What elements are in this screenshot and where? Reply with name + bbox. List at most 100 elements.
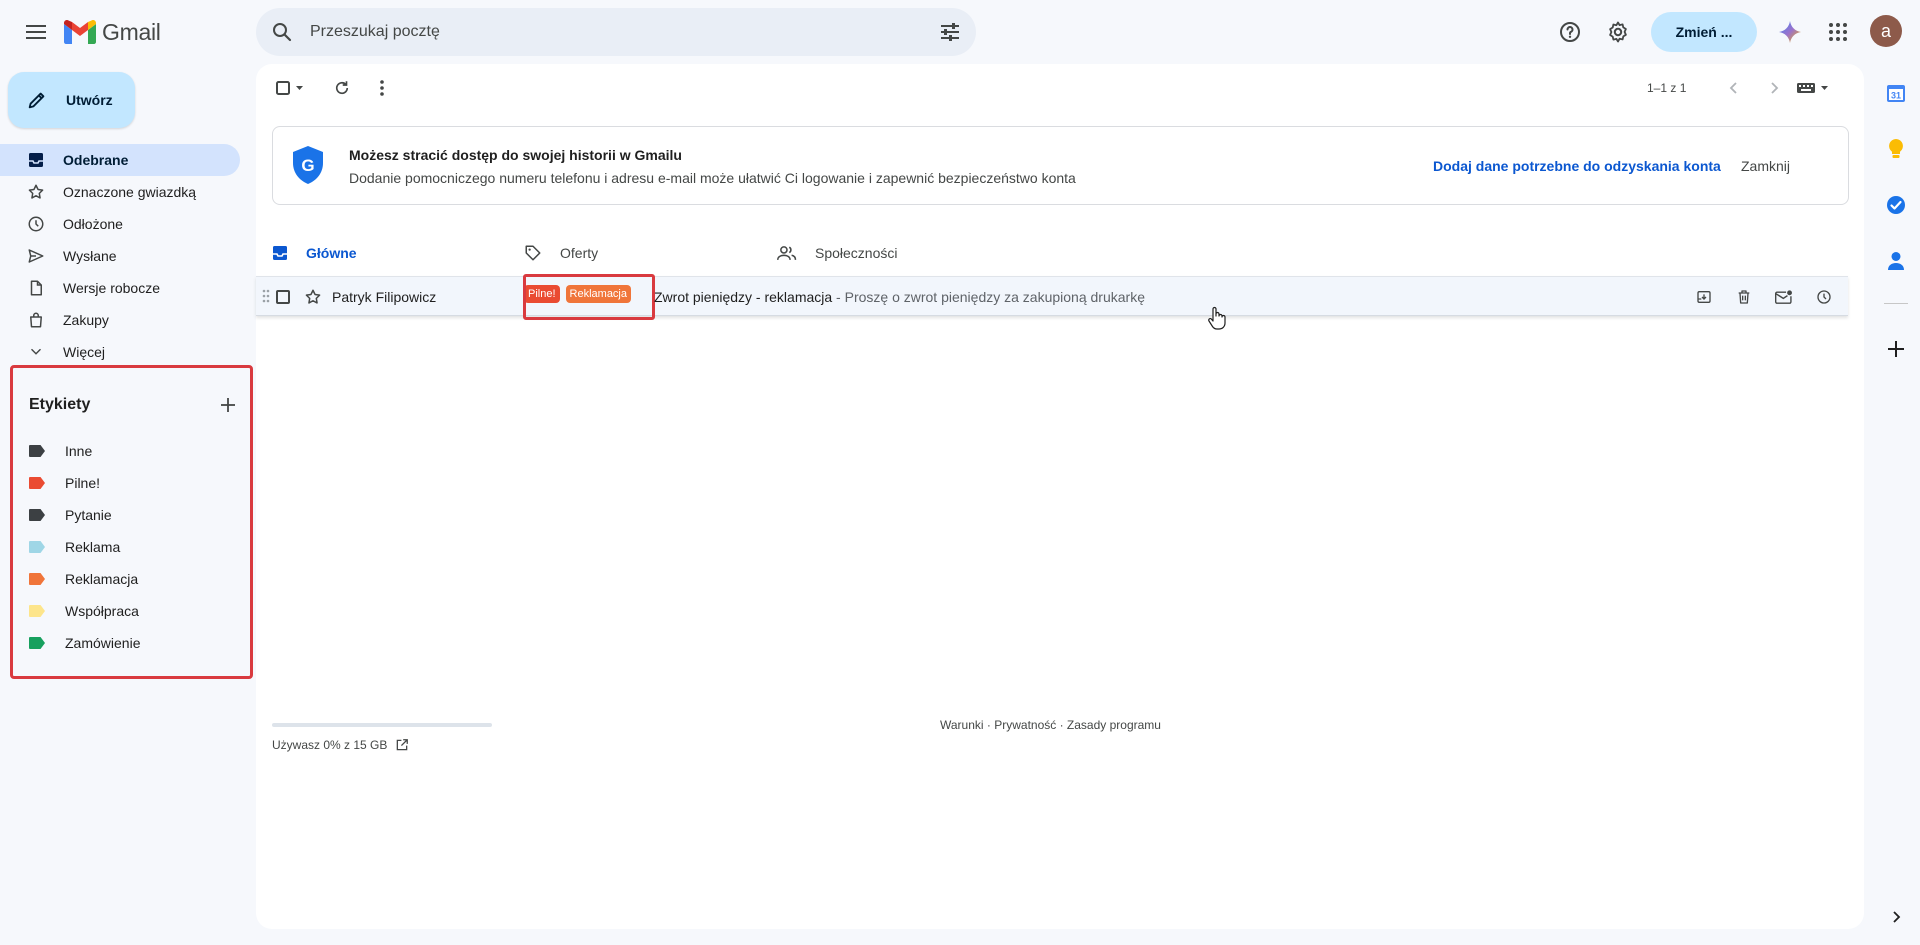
label-item-pytanie[interactable]: Pytanie: [13, 499, 250, 531]
banner-title: Możesz stracić dostęp do swojej historii…: [349, 147, 682, 163]
clock-icon: [27, 215, 45, 233]
tab-social[interactable]: Społeczności: [761, 225, 1006, 281]
banner-close-button[interactable]: Zamknij: [1741, 158, 1790, 174]
previous-page-button[interactable]: [1718, 68, 1750, 108]
checkbox-icon: [276, 81, 303, 95]
inbox-icon: [273, 246, 287, 260]
open-external-icon[interactable]: [395, 738, 409, 752]
search-input[interactable]: [310, 8, 900, 56]
chevron-right-icon[interactable]: [1884, 905, 1908, 929]
snooze-button[interactable]: [1808, 283, 1840, 311]
sidebar-item-label: Wysłane: [63, 248, 117, 264]
pagination-text: 1–1 z 1: [1647, 81, 1687, 95]
email-select-checkbox[interactable]: [276, 290, 290, 304]
calendar-icon[interactable]: 31: [1884, 81, 1908, 105]
tasks-icon[interactable]: [1884, 193, 1908, 217]
sidebar-item-label: Więcej: [63, 344, 106, 360]
more-vert-icon: [380, 80, 384, 96]
star-icon: [27, 183, 45, 201]
storage-text: Używasz 0% z 15 GB: [272, 738, 388, 752]
next-page-button[interactable]: [1758, 68, 1790, 108]
sidebar-item-purchases[interactable]: Zakupy: [0, 304, 240, 336]
inbox-icon: [27, 151, 45, 169]
search-bar[interactable]: [256, 8, 976, 56]
mark-unread-button[interactable]: [1768, 283, 1800, 311]
clock-icon: [1817, 290, 1831, 304]
label-item-reklamacja[interactable]: Reklamacja: [13, 563, 250, 595]
sidebar-item-sent[interactable]: Wysłane: [0, 240, 240, 272]
people-icon: [777, 246, 797, 261]
sidebar-nav: Odebrane Oznaczone gwiazdką Odłożone Wys…: [0, 144, 240, 368]
side-panel: 31: [1872, 64, 1920, 945]
email-row[interactable]: Patryk Filipowicz Pilne! Reklamacja Zwro…: [256, 274, 1848, 320]
labels-highlight-box: [523, 274, 655, 320]
contacts-icon[interactable]: [1884, 249, 1908, 273]
add-label-button[interactable]: [213, 390, 243, 420]
drag-handle-icon[interactable]: [262, 289, 270, 303]
chevron-left-icon: [1729, 82, 1737, 94]
storage-info: Używasz 0% z 15 GB: [272, 738, 409, 752]
label-name: Pytanie: [65, 507, 112, 523]
sidebar-item-label: Oznaczone gwiazdką: [63, 184, 197, 200]
tab-primary[interactable]: Główne: [256, 225, 501, 281]
help-button[interactable]: [1550, 12, 1590, 52]
sidebar-item-snoozed[interactable]: Odłożone: [0, 208, 240, 240]
refresh-icon: [335, 81, 349, 95]
archive-button[interactable]: [1688, 283, 1720, 311]
chevron-down-icon: [27, 343, 45, 361]
label-item-inne[interactable]: Inne: [13, 435, 250, 467]
label-item-wspolpraca[interactable]: Współpraca: [13, 595, 250, 627]
settings-button[interactable]: [1598, 12, 1638, 52]
gear-icon: [1609, 21, 1627, 43]
sidebar-item-label: Odebrane: [63, 152, 129, 168]
tab-label: Społeczności: [815, 245, 898, 261]
main-panel: 1–1 z 1 G Możesz stracić dostęp do swoje…: [256, 64, 1864, 929]
toolbar: 1–1 z 1: [256, 64, 1864, 112]
gemini-button[interactable]: [1770, 12, 1810, 52]
recovery-banner: G Możesz stracić dostęp do swojej histor…: [272, 126, 1849, 205]
gmail-logo[interactable]: Gmail: [64, 16, 161, 48]
input-tools-button[interactable]: [1791, 68, 1835, 108]
delete-button[interactable]: [1728, 283, 1760, 311]
keep-icon[interactable]: [1884, 137, 1908, 161]
svg-text:31: 31: [1891, 91, 1901, 101]
chevron-right-icon: [1771, 82, 1779, 94]
sidebar-item-inbox[interactable]: Odebrane: [0, 144, 240, 176]
label-item-pilne[interactable]: Pilne!: [13, 467, 250, 499]
sidebar-item-starred[interactable]: Oznaczone gwiazdką: [0, 176, 240, 208]
hand-cursor-icon: [1208, 306, 1226, 330]
email-subject-line: Zwrot pieniędzy - reklamacja - Proszę o …: [654, 289, 1145, 305]
help-icon: [1560, 22, 1580, 42]
select-all-button[interactable]: [270, 68, 310, 108]
label-tag-icon: [29, 541, 45, 553]
account-avatar[interactable]: a: [1870, 15, 1902, 47]
label-item-zamowienie[interactable]: Zamówienie: [13, 627, 250, 659]
search-options-icon[interactable]: [938, 20, 962, 44]
label-list: Inne Pilne! Pytanie Reklama Reklamacja W…: [13, 435, 250, 659]
gemini-sparkle-icon: [1779, 21, 1801, 43]
add-recovery-info-link[interactable]: Dodaj dane potrzebne do odzyskania konta: [1433, 158, 1721, 174]
compose-label: Utwórz: [66, 92, 113, 108]
draft-icon: [27, 279, 45, 297]
gmail-m-icon: [64, 20, 96, 44]
label-name: Reklamacja: [65, 571, 139, 587]
apps-button[interactable]: [1818, 12, 1858, 52]
search-icon[interactable]: [270, 20, 294, 44]
footer-links[interactable]: Warunki · Prywatność · Zasady programu: [940, 718, 1161, 732]
sidebar-item-drafts[interactable]: Wersje robocze: [0, 272, 240, 304]
main-menu-button[interactable]: [16, 12, 56, 52]
refresh-button[interactable]: [322, 68, 362, 108]
tab-promotions[interactable]: Oferty: [508, 225, 753, 281]
star-icon[interactable]: [304, 288, 322, 306]
label-item-reklama[interactable]: Reklama: [13, 531, 250, 563]
labels-title: Etykiety: [29, 396, 91, 413]
label-name: Pilne!: [65, 475, 101, 491]
row-actions: [1688, 283, 1840, 311]
switch-account-button[interactable]: Zmień ...: [1651, 12, 1757, 52]
compose-button[interactable]: Utwórz: [8, 72, 135, 128]
trash-icon: [1738, 290, 1750, 304]
more-actions-button[interactable]: [362, 68, 402, 108]
label-tag-icon: [29, 637, 45, 649]
add-addon-plus-icon[interactable]: [1884, 337, 1908, 361]
sidebar-item-more[interactable]: Więcej: [0, 336, 240, 368]
